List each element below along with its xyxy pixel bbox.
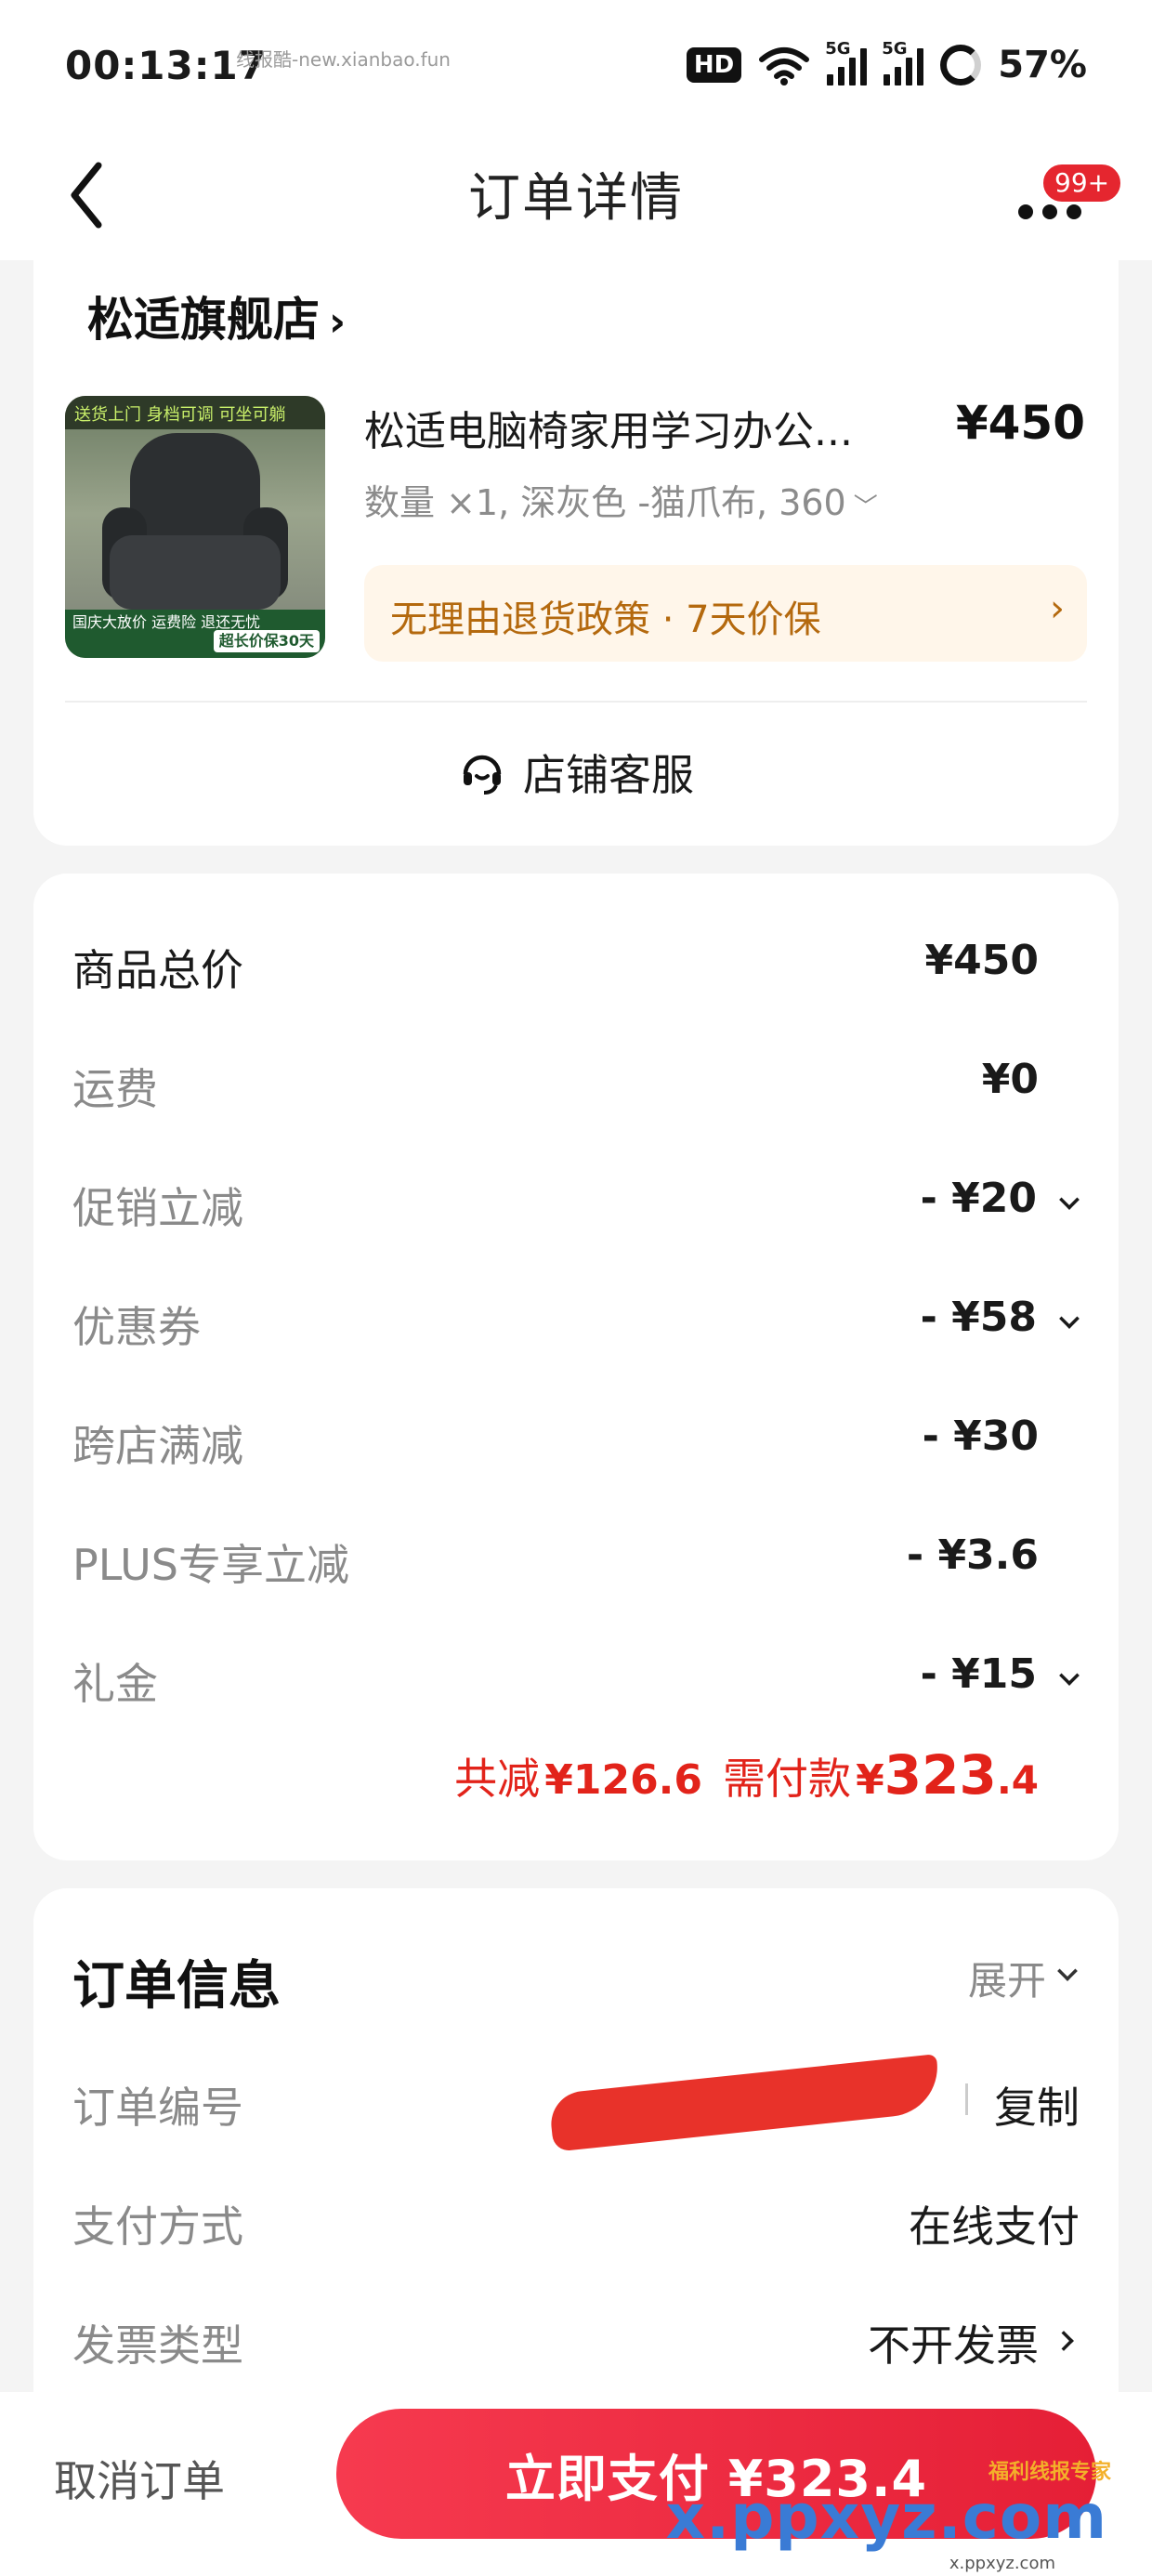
price-row-plus: PLUS专享立减 - ¥3.6 (72, 1526, 1080, 1591)
hd-icon: HD (686, 47, 742, 83)
image-badge: 超长价保30天 (213, 630, 320, 652)
battery-level: 57% (998, 44, 1087, 86)
payment-method-value: 在线支付 (909, 2201, 1080, 2252)
image-bottom-text: 国庆大放价 运费险 退还无忧 (72, 613, 261, 631)
cancel-order-button[interactable]: 取消订单 (54, 2448, 225, 2509)
invoice-type-label: 发票类型 (72, 2320, 243, 2371)
page-title: 订单详情 (468, 168, 684, 229)
chevron-right-icon (1054, 2331, 1074, 2351)
chevron-down-icon: ﹀ (853, 493, 878, 521)
store-service-label: 店铺客服 (523, 750, 694, 800)
price-row-coupon[interactable]: 优惠券 - ¥58 (72, 1288, 1080, 1353)
product-spec[interactable]: 数量 ×1, 深灰色 -猫爪布, 360 ﹀ (364, 474, 878, 525)
expand-button[interactable]: 展开 (968, 1950, 1078, 2006)
price-label: 礼金 (72, 1659, 158, 1709)
product-price: ¥450 (955, 396, 1085, 450)
image-top-text: 送货上门 身档可调 可坐可躺 (65, 396, 325, 429)
price-value: - ¥20 (920, 1175, 1037, 1222)
price-summary: 共减 ¥126.6 需付款 ¥323.4 (454, 1743, 1039, 1807)
price-value: ¥450 (924, 937, 1039, 984)
product-title[interactable]: 松适电脑椅家用学习办公... (364, 398, 922, 457)
chevron-right-icon: › (1050, 587, 1065, 630)
headset-icon (463, 755, 502, 795)
watermark-url: x.ppxyz.com (949, 2554, 1055, 2573)
invoice-type-row[interactable]: 发票类型 不开发票 (72, 2303, 1080, 2377)
payable-currency: ¥ (856, 1756, 884, 1804)
price-card: 商品总价 ¥450 运费 ¥0 促销立减 - ¥20 优惠券 - ¥58 跨店满… (33, 874, 1119, 1860)
chevron-down-icon (1059, 1189, 1080, 1210)
status-watermark: 线报酷-new.xianbao.fun (236, 48, 451, 71)
price-value: ¥0 (981, 1056, 1039, 1103)
payable-int: 323 (884, 1743, 997, 1807)
payable-label: 需付款 (723, 1754, 852, 1804)
battery-icon (940, 45, 982, 85)
payable-dec: .4 (996, 1757, 1039, 1803)
chevron-down-icon (1059, 1308, 1080, 1329)
price-row-total: 商品总价 ¥450 (72, 931, 1080, 996)
image-bottom-banner: 国庆大放价 运费险 退还无忧 超长价保30天 (65, 610, 325, 658)
store-service-button[interactable]: 店铺客服 (33, 730, 1119, 814)
order-number-row: 订单编号 25 复制 (72, 2054, 1080, 2152)
policy-text: 无理由退货政策 · 7天价保 (390, 598, 821, 641)
signal-icon-2: 5G (882, 39, 924, 85)
store-card: 松适旗舰店 › 送货上门 身档可调 可坐可躺 国庆大放价 运费险 退还无忧 超长价… (33, 249, 1119, 846)
nav-bar: 订单详情 99+ (0, 130, 1152, 260)
price-value: - ¥58 (920, 1294, 1037, 1341)
product-image[interactable]: 送货上门 身档可调 可坐可躺 国庆大放价 运费险 退还无忧 超长价保30天 (65, 396, 325, 658)
reduced-total: 共减 ¥126.6 (454, 1745, 702, 1807)
chevron-down-icon (1057, 1961, 1078, 1981)
status-icons: HD 5G 5G 57% (686, 37, 1087, 93)
signal-icon: 5G (825, 39, 868, 85)
more-button[interactable]: 99+ (1000, 162, 1124, 245)
chevron-right-icon: › (329, 298, 347, 346)
payable-total: 需付款 ¥323.4 (723, 1743, 1039, 1807)
order-number-label: 订单编号 (72, 2083, 243, 2133)
divider (965, 2083, 968, 2115)
store-link[interactable]: 松适旗舰店 › (87, 283, 346, 349)
price-value: - ¥30 (922, 1413, 1039, 1460)
price-row-gift[interactable]: 礼金 - ¥15 (72, 1645, 1080, 1710)
watermark-logo: x.ppxyz.com (665, 2481, 1107, 2553)
invoice-type-value: 不开发票 (868, 2320, 1039, 2371)
order-info-title: 订单信息 (72, 1956, 281, 2017)
reduced-label: 共减 (454, 1754, 541, 1804)
more-dots-icon (1018, 204, 1081, 219)
price-label: PLUS专享立减 (72, 1540, 349, 1590)
redaction-mark (547, 2054, 943, 2152)
price-label: 优惠券 (72, 1302, 201, 1352)
policy-bar[interactable]: 无理由退货政策 · 7天价保 › (364, 565, 1087, 662)
product-spec-text: 数量 ×1, 深灰色 -猫爪布, 360 (364, 482, 846, 523)
price-label: 促销立减 (72, 1183, 243, 1233)
reduced-value: ¥126.6 (544, 1756, 703, 1804)
price-row-promotion[interactable]: 促销立减 - ¥20 (72, 1169, 1080, 1234)
price-value: - ¥15 (920, 1650, 1037, 1698)
payment-method-row: 支付方式 在线支付 (72, 2184, 1080, 2258)
price-row-shipping: 运费 ¥0 (72, 1050, 1080, 1115)
chevron-down-icon (1059, 1665, 1080, 1686)
price-label: 跨店满减 (72, 1421, 243, 1471)
status-bar: 00:13:17 线报酷-new.xianbao.fun HD 5G 5G 57… (0, 0, 1152, 130)
copy-button[interactable]: 复制 (994, 2074, 1080, 2136)
divider (65, 701, 1087, 703)
bottom-action-bar: 取消订单 立即支付 ¥323.4 福利线报专家 x.ppxyz.com x.pp… (0, 2392, 1152, 2576)
wifi-icon (759, 47, 810, 85)
message-badge: 99+ (1041, 162, 1124, 204)
store-name: 松适旗舰店 (87, 293, 320, 347)
payment-method-label: 支付方式 (72, 2201, 243, 2252)
price-row-cross-store: 跨店满减 - ¥30 (72, 1407, 1080, 1472)
price-label: 运费 (72, 1064, 158, 1114)
price-label: 商品总价 (72, 945, 243, 995)
price-value: - ¥3.6 (906, 1531, 1039, 1579)
expand-label: 展开 (967, 1958, 1046, 2004)
